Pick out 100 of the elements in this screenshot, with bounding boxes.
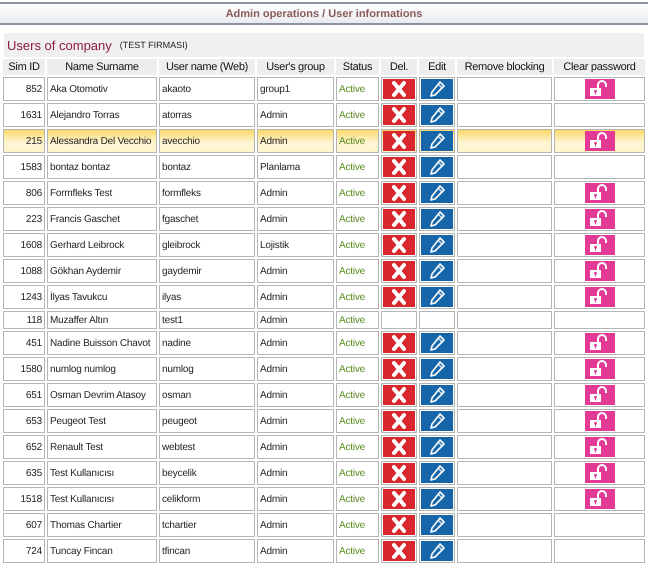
unlock-icon[interactable]: [584, 463, 614, 483]
table-cell: atorras: [159, 103, 255, 127]
column-header: Sim ID: [3, 59, 45, 75]
delete-icon[interactable]: [383, 385, 415, 405]
table-row[interactable]: 652 Renault Test webtest Admin Active: [3, 435, 645, 459]
status-cell: Active: [336, 207, 379, 231]
pencil-icon[interactable]: [421, 489, 453, 509]
pencil-icon[interactable]: [421, 209, 453, 229]
status-cell: Active: [336, 435, 379, 459]
table-row[interactable]: 653 Peugeot Test peugeot Admin Active: [3, 409, 645, 433]
table-cell: Admin: [257, 259, 334, 283]
pencil-icon[interactable]: [421, 157, 453, 177]
table-row[interactable]: 118 Muzaffer Altın test1 Admin Active: [3, 311, 645, 329]
delete-icon[interactable]: [383, 359, 415, 379]
table-row[interactable]: 607 Thomas Chartier tchartier Admin Active: [3, 513, 645, 537]
table-row[interactable]: 1608 Gerhard Leibrock gleibrock Lojistik Active: [3, 233, 645, 257]
unlock-icon[interactable]: [584, 385, 614, 405]
table-row[interactable]: 223 Francis Gaschet fgaschet Admin Active: [3, 207, 645, 231]
pencil-icon[interactable]: [421, 131, 453, 151]
table-row[interactable]: 1518 Test Kullanıcısı celikform Admin Active: [3, 487, 645, 511]
unlock-icon[interactable]: [584, 131, 614, 151]
table-row[interactable]: 215 Alessandra Del Vecchio avecchio Admin Active: [3, 129, 645, 153]
table-cell: beycelik: [159, 461, 255, 485]
pencil-icon[interactable]: [421, 287, 453, 307]
pencil-icon[interactable]: [421, 183, 453, 203]
delete-icon[interactable]: [383, 183, 415, 203]
status-cell: Active: [336, 409, 379, 433]
pencil-icon[interactable]: [421, 437, 453, 457]
table-row[interactable]: 1631 Alejandro Torras atorras Admin Active: [3, 103, 645, 127]
pencil-icon[interactable]: [421, 235, 453, 255]
table-cell: 1580: [3, 357, 45, 381]
delete-icon[interactable]: [383, 131, 415, 151]
table-row[interactable]: 635 Test Kullanıcısı beycelik Admin Active: [3, 461, 645, 485]
table-cell: Muzaffer Altın: [47, 311, 157, 329]
table-row[interactable]: 806 Formfleks Test formfleks Admin Active: [3, 181, 645, 205]
status-cell: Active: [336, 77, 379, 101]
delete-icon[interactable]: [383, 437, 415, 457]
pencil-icon[interactable]: [421, 261, 453, 281]
delete-icon[interactable]: [383, 463, 415, 483]
delete-icon[interactable]: [383, 411, 415, 431]
unlock-icon[interactable]: [584, 437, 614, 457]
table-row[interactable]: 1088 Gökhan Aydemir gaydemir Admin Active: [3, 259, 645, 283]
status-cell: Active: [336, 539, 379, 563]
pencil-icon[interactable]: [421, 541, 453, 561]
table-row[interactable]: 651 Osman Devrim Atasoy osman Admin Active: [3, 383, 645, 407]
pencil-icon[interactable]: [421, 411, 453, 431]
delete-icon[interactable]: [383, 333, 415, 353]
table-cell: 223: [3, 207, 45, 231]
table-cell: formfleks: [159, 181, 255, 205]
table-cell: tchartier: [159, 513, 255, 537]
unlock-icon[interactable]: [584, 489, 614, 509]
pencil-icon[interactable]: [421, 385, 453, 405]
pencil-icon[interactable]: [421, 105, 453, 125]
table-row[interactable]: 1580 numlog numlog numlog Admin Active: [3, 357, 645, 381]
unlock-icon[interactable]: [584, 359, 614, 379]
table-cell: webtest: [159, 435, 255, 459]
table-row[interactable]: 451 Nadine Buisson Chavot nadine Admin Active: [3, 331, 645, 355]
pencil-icon[interactable]: [421, 359, 453, 379]
table-row[interactable]: 724 Tuncay Fincan tfincan Admin Active: [3, 539, 645, 563]
table-cell: 1518: [3, 487, 45, 511]
unlock-icon[interactable]: [584, 209, 614, 229]
unlock-icon[interactable]: [584, 79, 614, 99]
delete-icon[interactable]: [383, 157, 415, 177]
table-cell: Test Kullanıcısı: [47, 487, 157, 511]
table-cell: bontaz bontaz: [47, 155, 157, 179]
delete-icon[interactable]: [383, 235, 415, 255]
table-row[interactable]: 1243 İlyas Tavukcu ilyas Admin Active: [3, 285, 645, 309]
pencil-icon[interactable]: [421, 515, 453, 535]
table-cell: Admin: [257, 461, 334, 485]
delete-icon[interactable]: [383, 515, 415, 535]
table-cell: İlyas Tavukcu: [47, 285, 157, 309]
table-cell: 1088: [3, 259, 45, 283]
table-row[interactable]: 1583 bontaz bontaz bontaz Planlama Active: [3, 155, 645, 179]
table-cell: 724: [3, 539, 45, 563]
pencil-icon[interactable]: [421, 463, 453, 483]
delete-icon[interactable]: [383, 287, 415, 307]
unlock-icon[interactable]: [584, 411, 614, 431]
table-cell: ilyas: [159, 285, 255, 309]
table-cell: Admin: [257, 409, 334, 433]
delete-icon[interactable]: [383, 489, 415, 509]
unlock-icon[interactable]: [584, 261, 614, 281]
table-cell: Alejandro Torras: [47, 103, 157, 127]
delete-icon[interactable]: [383, 79, 415, 99]
pencil-icon[interactable]: [421, 79, 453, 99]
unlock-icon[interactable]: [584, 287, 614, 307]
unlock-icon[interactable]: [584, 333, 614, 353]
delete-icon[interactable]: [383, 261, 415, 281]
delete-icon[interactable]: [383, 541, 415, 561]
delete-icon[interactable]: [383, 209, 415, 229]
delete-icon[interactable]: [383, 105, 415, 125]
unlock-icon[interactable]: [584, 183, 614, 203]
status-cell: Active: [336, 233, 379, 257]
table-cell: akaoto: [159, 77, 255, 101]
table-cell: 806: [3, 181, 45, 205]
pencil-icon[interactable]: [421, 333, 453, 353]
table-cell: Francis Gaschet: [47, 207, 157, 231]
table-cell: 651: [3, 383, 45, 407]
table-cell: 215: [3, 129, 45, 153]
unlock-icon[interactable]: [584, 235, 614, 255]
table-row[interactable]: 852 Aka Otomotiv akaoto group1 Active: [3, 77, 645, 101]
